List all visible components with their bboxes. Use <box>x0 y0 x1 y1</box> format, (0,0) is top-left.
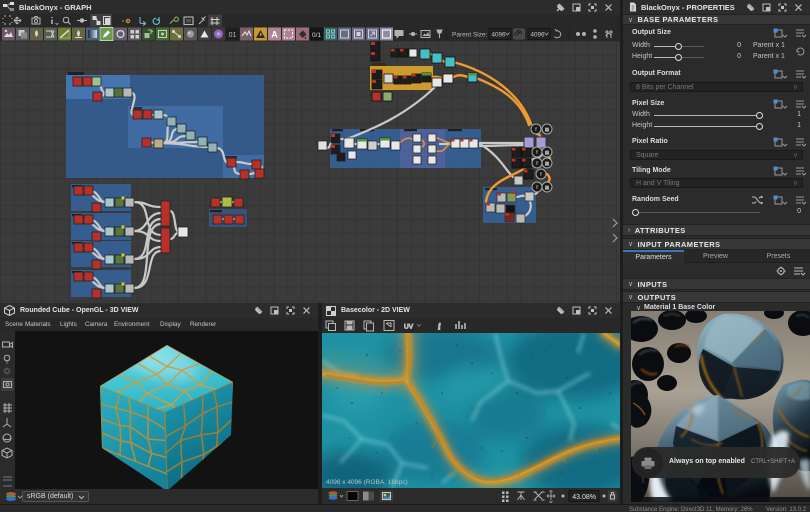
svg-text:▦: ▦ <box>545 127 550 133</box>
svg-text:4096: 4096 <box>492 32 507 39</box>
svg-text:Parent Size:: Parent Size: <box>452 32 488 39</box>
svg-text:i: i <box>438 322 441 332</box>
svg-text:4096 x 4096 (RGBA, 16bpc): 4096 x 4096 (RGBA, 16bpc) <box>326 479 408 486</box>
svg-text:▦: ▦ <box>545 161 550 167</box>
svg-text:01: 01 <box>229 32 237 39</box>
svg-text:0/1: 0/1 <box>312 32 321 39</box>
svg-text:A: A <box>271 30 278 40</box>
svg-text:UV: UV <box>404 324 414 331</box>
svg-text:4096: 4096 <box>531 32 546 39</box>
svg-text:43.08%: 43.08% <box>572 494 596 501</box>
svg-text:▦: ▦ <box>545 185 550 191</box>
svg-text:▦: ▦ <box>545 150 550 156</box>
